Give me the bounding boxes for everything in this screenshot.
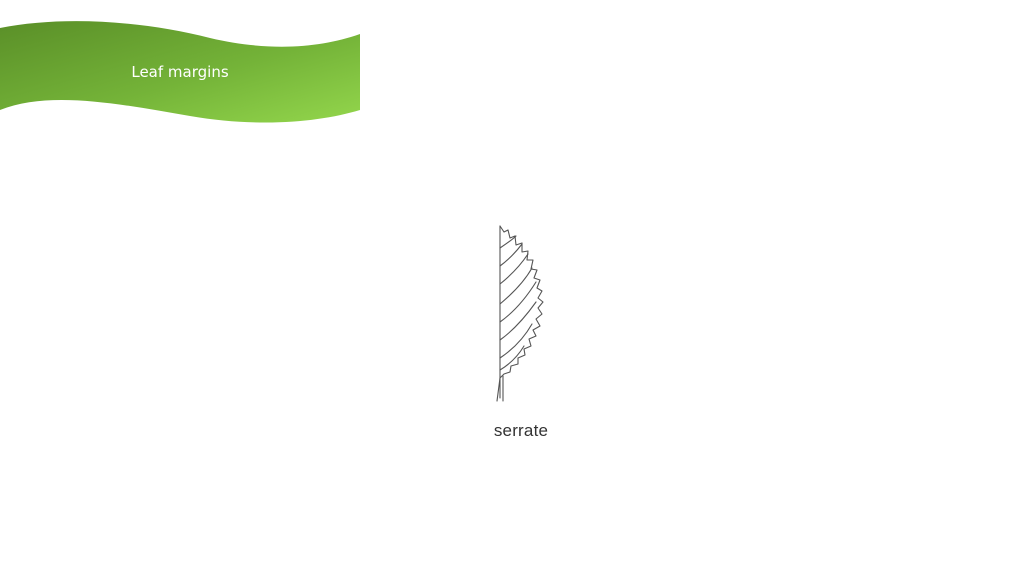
title-banner: Leaf margins	[0, 18, 362, 126]
serrate-leaf-icon	[496, 225, 544, 402]
leaf-caption: serrate	[493, 421, 549, 440]
slide: Leaf margins serrate	[0, 0, 1024, 576]
slide-title: Leaf margins	[131, 63, 229, 81]
leaf-figure: serrate	[470, 218, 580, 448]
